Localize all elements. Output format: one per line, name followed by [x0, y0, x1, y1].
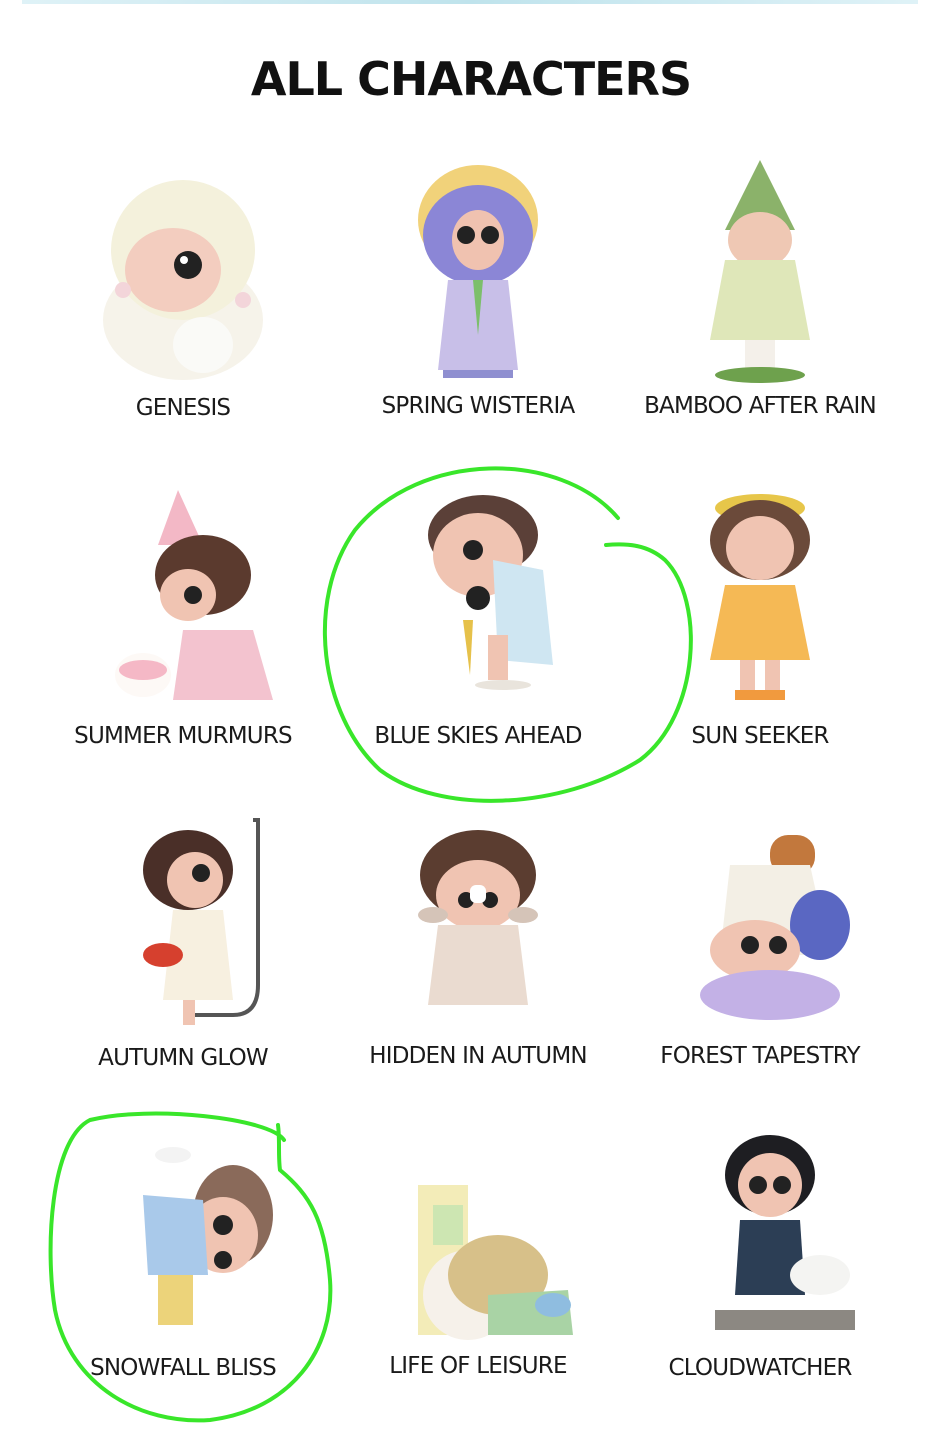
- character-card-cloudwatcher[interactable]: CLOUDWATCHER: [610, 1125, 910, 1445]
- character-label: SUN SEEKER: [691, 723, 829, 749]
- spring-wisteria-figure-icon: [418, 165, 538, 378]
- character-label: SPRING WISTERIA: [381, 393, 576, 419]
- page-title: ALL CHARACTERS: [250, 52, 692, 106]
- life-of-leisure-figure-icon: [418, 1185, 573, 1340]
- character-label: BLUE SKIES AHEAD: [374, 723, 582, 749]
- character-card-summer-murmurs[interactable]: SUMMER MURMURS: [33, 490, 333, 810]
- character-card-life-of-leisure[interactable]: LIFE OF LEISURE: [328, 1125, 628, 1445]
- snowfall-bliss-figure-icon: [143, 1147, 273, 1325]
- character-card-spring-wisteria[interactable]: SPRING WISTERIA: [328, 160, 628, 480]
- character-card-forest-tapestry[interactable]: FOREST TAPESTRY: [610, 815, 910, 1135]
- forest-tapestry-figure-icon: [700, 835, 850, 1020]
- cloudwatcher-figure-icon: [715, 1135, 855, 1330]
- character-card-hidden-in-autumn[interactable]: HIDDEN IN AUTUMN: [328, 815, 628, 1135]
- autumn-glow-figure-icon: [143, 818, 260, 1025]
- character-card-blue-skies-ahead[interactable]: BLUE SKIES AHEAD: [328, 490, 628, 810]
- character-card-sun-seeker[interactable]: SUN SEEKER: [610, 490, 910, 810]
- character-card-genesis[interactable]: GENESIS: [33, 160, 333, 480]
- hidden-in-autumn-figure-icon: [418, 830, 538, 1005]
- character-label: HIDDEN IN AUTUMN: [369, 1043, 587, 1069]
- summer-murmurs-figure-icon: [115, 490, 273, 700]
- character-card-autumn-glow[interactable]: AUTUMN GLOW: [33, 815, 333, 1135]
- bamboo-after-rain-figure-icon: [710, 160, 810, 383]
- character-label: CLOUDWATCHER: [668, 1355, 852, 1381]
- character-label: SNOWFALL BLISS: [90, 1355, 277, 1381]
- character-label: SUMMER MURMURS: [74, 723, 292, 749]
- character-label: AUTUMN GLOW: [98, 1045, 268, 1071]
- character-label: LIFE OF LEISURE: [389, 1353, 567, 1379]
- sun-seeker-figure-icon: [710, 494, 810, 700]
- character-label: GENESIS: [135, 395, 231, 421]
- character-label: FOREST TAPESTRY: [660, 1043, 860, 1069]
- top-divider: [22, 0, 918, 4]
- character-card-snowfall-bliss[interactable]: SNOWFALL BLISS: [33, 1125, 333, 1445]
- character-label: BAMBOO AFTER RAIN: [644, 393, 877, 419]
- blue-skies-ahead-figure-icon: [428, 495, 553, 690]
- character-card-bamboo-after-rain[interactable]: BAMBOO AFTER RAIN: [610, 160, 910, 480]
- genesis-figure-icon: [103, 180, 263, 380]
